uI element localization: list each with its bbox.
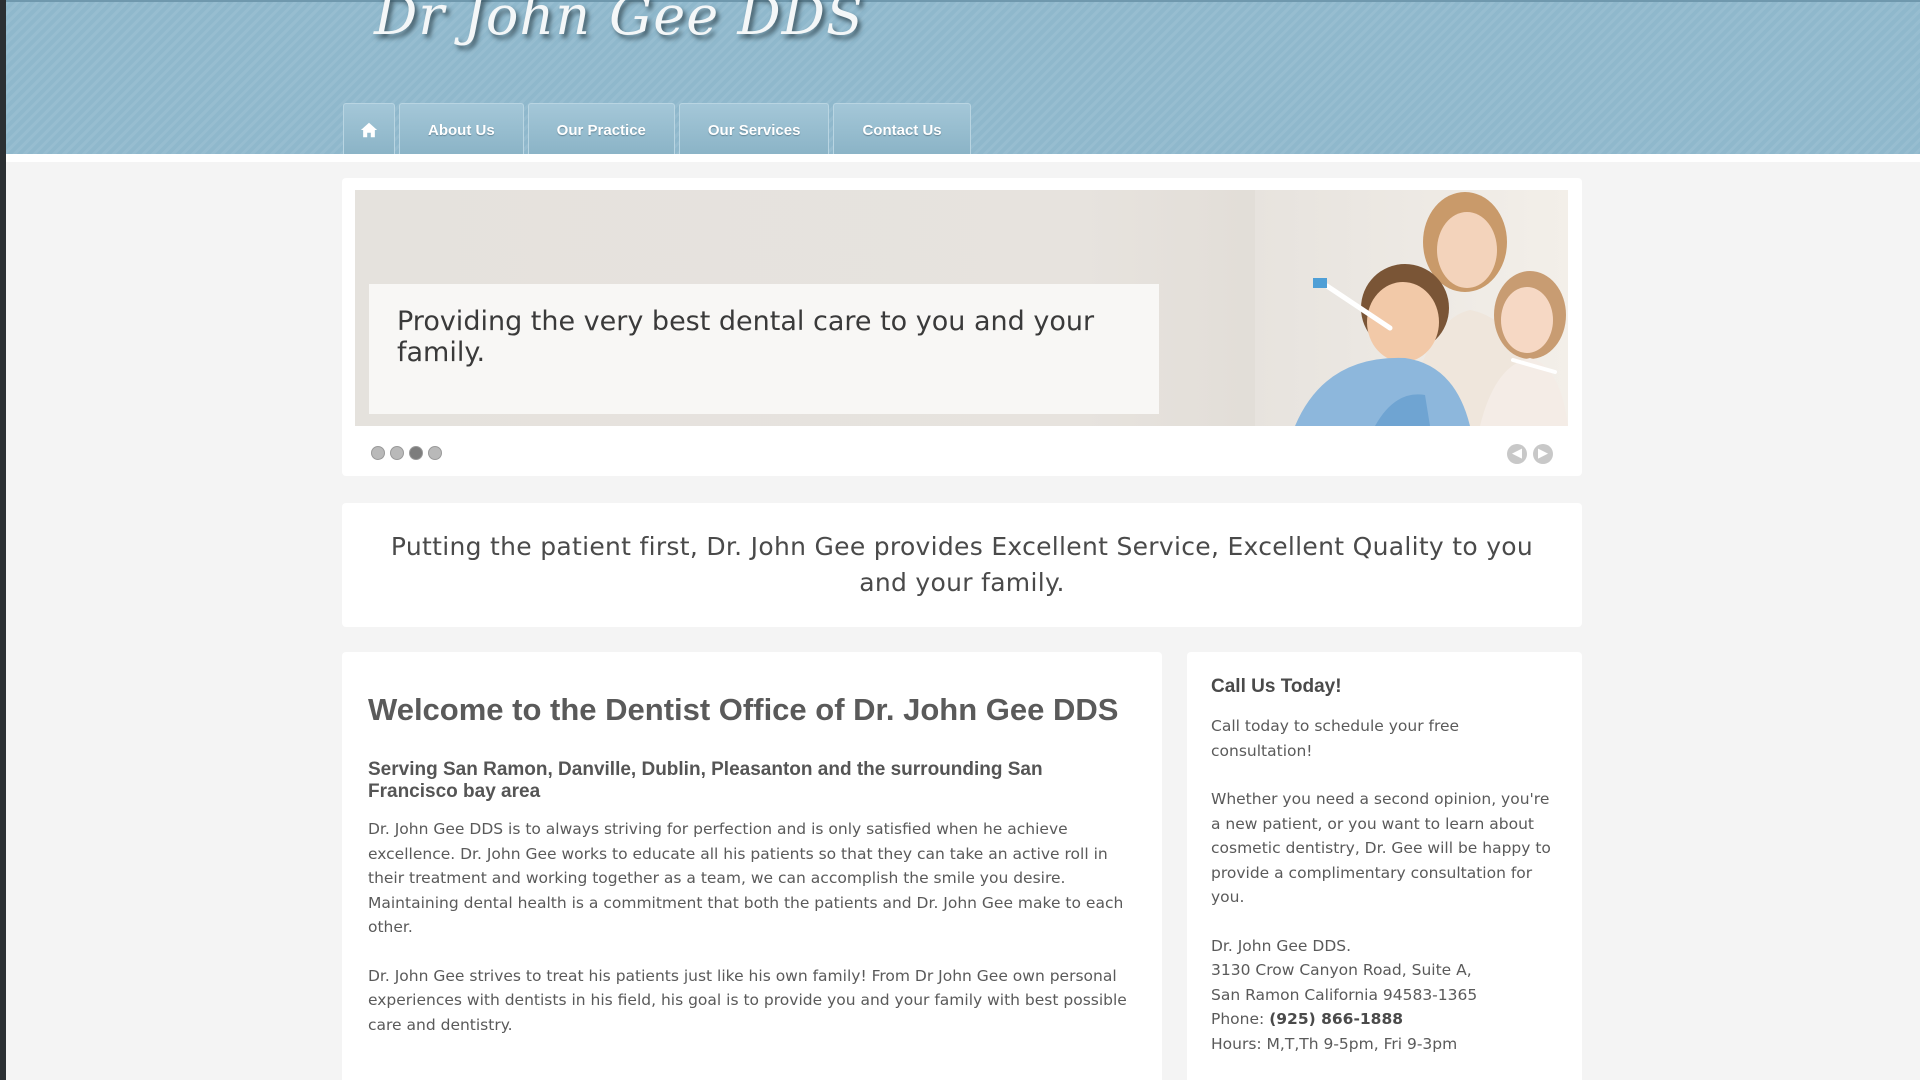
phone-label: Phone: — [1211, 1010, 1265, 1028]
home-icon — [360, 122, 378, 138]
slider-pagination — [371, 446, 442, 460]
office-name: Dr. John Gee DDS. — [1211, 936, 1352, 955]
page-title: Welcome to the Dentist Office of Dr. Joh… — [368, 692, 1119, 727]
office-city: San Ramon California 94583-1365 — [1211, 985, 1478, 1004]
family-paragraph: Dr. John Gee strives to treat his patien… — [368, 966, 1127, 1034]
main-nav: About Us Our Practice Our Services Conta… — [343, 103, 971, 156]
window-edge — [0, 0, 6, 1080]
header-divider — [6, 154, 1920, 162]
slider-dot[interactable] — [390, 446, 404, 460]
page-subtitle: Serving San Ramon, Danville, Dublin, Ple… — [368, 759, 1043, 802]
slide[interactable]: Providing the very best dental care to y… — [355, 190, 1568, 426]
image-slider: Providing the very best dental care to y… — [342, 178, 1582, 476]
tagline-text: Putting the patient first, Dr. John Gee … — [390, 532, 1534, 597]
office-address: Dr. John Gee DDS. 3130 Crow Canyon Road,… — [1211, 934, 1558, 1057]
sidebar-intro: Call today to schedule your free consult… — [1211, 717, 1460, 760]
slider-dot-active[interactable] — [409, 446, 423, 460]
site-title[interactable]: Dr John Gee DDS — [374, 0, 864, 47]
phone-number[interactable]: (925) 866-1888 — [1269, 1010, 1403, 1028]
main-content: Welcome to the Dentist Office of Dr. Joh… — [342, 652, 1162, 1080]
sidebar-title: Call Us Today! — [1211, 676, 1342, 697]
nav-our-services[interactable]: Our Services — [678, 103, 830, 156]
arrow-right-icon[interactable]: ▶ — [1533, 444, 1553, 464]
nav-home-button[interactable] — [343, 103, 395, 156]
nav-about-us[interactable]: About Us — [399, 103, 524, 156]
slider-dot[interactable] — [428, 446, 442, 460]
intro-paragraph: Dr. John Gee DDS is to always striving f… — [368, 820, 1124, 936]
tagline-banner: Putting the patient first, Dr. John Gee … — [342, 503, 1582, 627]
office-phone-line: Phone: (925) 866-1888 — [1211, 1007, 1558, 1032]
slide-caption: Providing the very best dental care to y… — [369, 284, 1159, 414]
office-hours: Hours: M,T,Th 9-5pm, Fri 9-3pm — [1211, 1034, 1458, 1053]
arrow-left-icon[interactable]: ◀ — [1507, 444, 1527, 464]
family-brushing-teeth-photo — [1255, 190, 1568, 426]
call-us-sidebar: Call Us Today! Call today to schedule yo… — [1187, 652, 1582, 1080]
slider-arrows: ◀ ▶ — [1507, 444, 1553, 464]
sidebar-body: Whether you need a second opinion, you'r… — [1211, 790, 1551, 906]
slider-dot[interactable] — [371, 446, 385, 460]
nav-our-practice[interactable]: Our Practice — [527, 103, 675, 156]
nav-contact-us[interactable]: Contact Us — [833, 103, 971, 156]
office-street: 3130 Crow Canyon Road, Suite A, — [1211, 961, 1472, 979]
site-header: Dr John Gee DDS About Us Our Practice Ou… — [6, 0, 1920, 156]
